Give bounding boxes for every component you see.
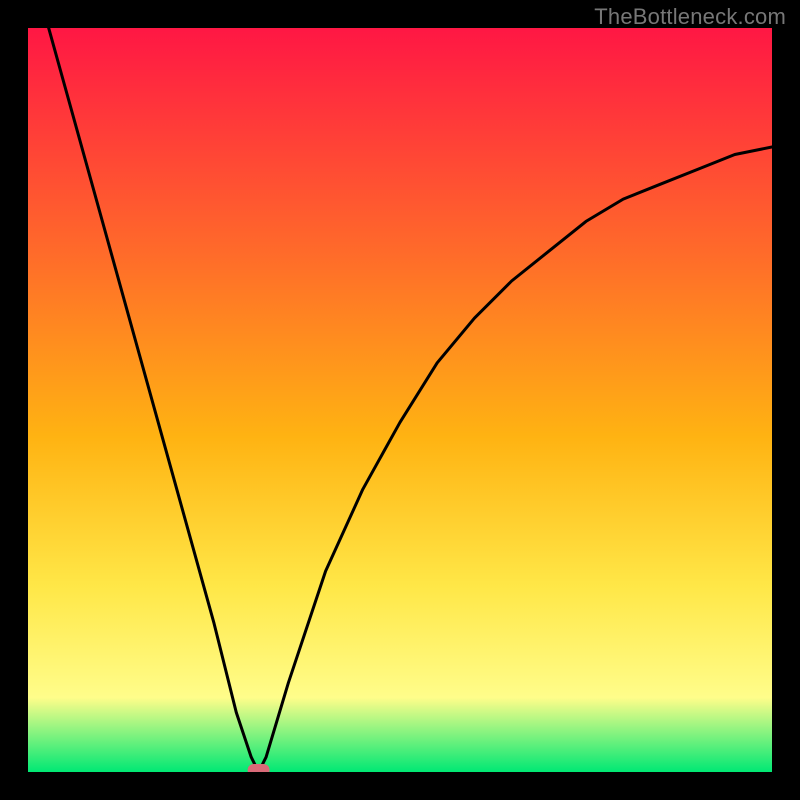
- minimum-marker: [248, 764, 270, 772]
- chart-frame: [28, 28, 772, 772]
- gradient-background: [28, 28, 772, 772]
- watermark-text: TheBottleneck.com: [594, 4, 786, 30]
- bottleneck-chart: [28, 28, 772, 772]
